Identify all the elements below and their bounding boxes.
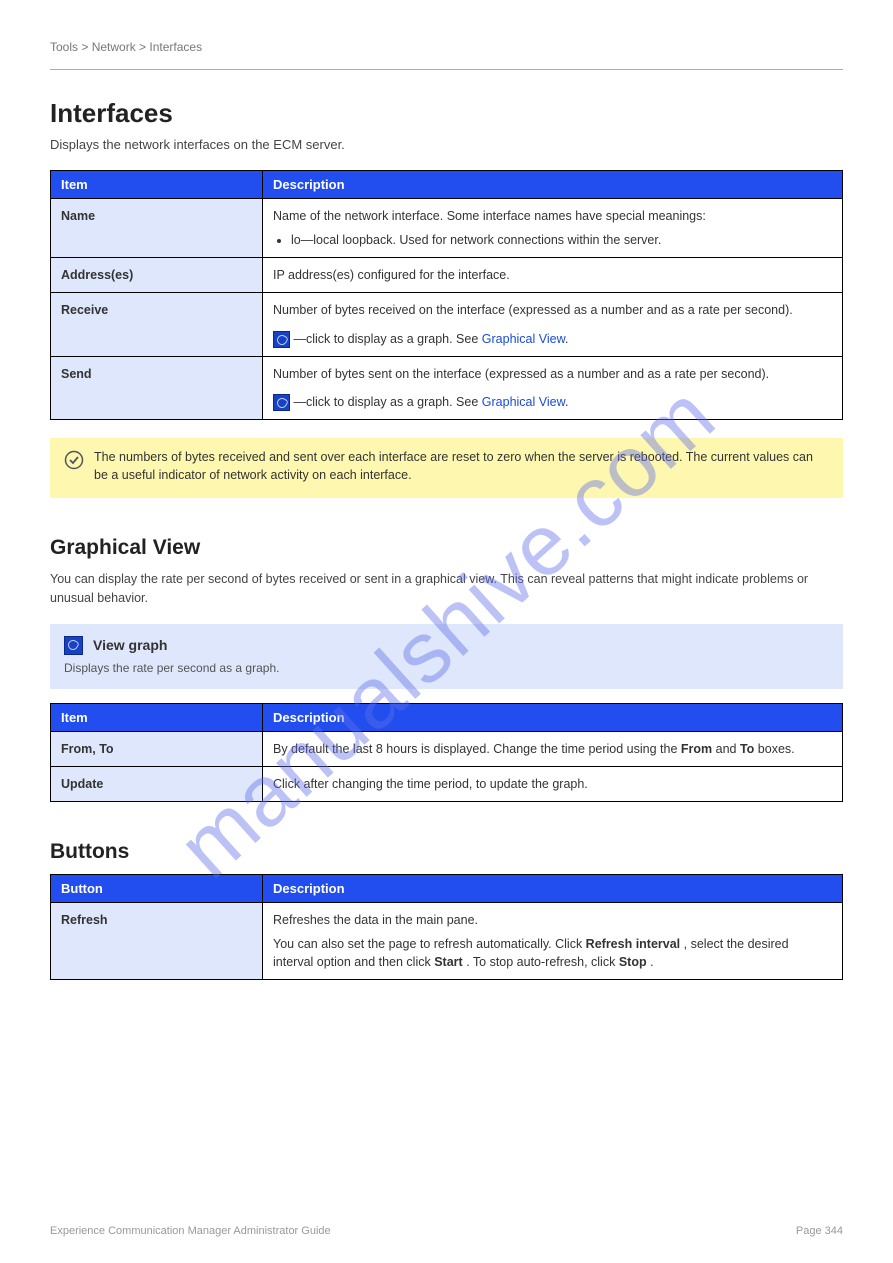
to-label: To [740,742,754,756]
desc-cell: Name of the network interface. Some inte… [263,199,843,258]
graphical-view-link[interactable]: Graphical View [482,332,565,346]
desc-cell: Number of bytes received on the interfac… [263,293,843,356]
table-row: Update Click after changing the time per… [51,766,843,801]
item-cell: Receive [51,293,263,356]
desc-line1: Number of bytes received on the interfac… [273,301,832,319]
table-row: Name Name of the network interface. Some… [51,199,843,258]
item-cell: Send [51,356,263,419]
table-row: Send Number of bytes sent on the interfa… [51,356,843,419]
desc-mid: and [716,742,740,756]
stop-label: Stop [619,955,647,969]
item-cell: Name [51,199,263,258]
col-desc-header: Description [263,875,843,903]
from-label: From [681,742,712,756]
view-graph-desc: Displays the rate per second as a graph. [64,661,829,675]
item-cell: From, To [51,731,263,766]
desc-text: Name of the network interface. Some inte… [273,209,706,223]
icon-suffix-text: —click to display as a graph. See [293,395,481,409]
desc-cell: Refreshes the data in the main pane. You… [263,903,843,980]
item-cell: Update [51,766,263,801]
start-label: Start [434,955,462,969]
desc-post: boxes. [758,742,795,756]
graph-icon[interactable] [273,331,290,348]
table-row: Receive Number of bytes received on the … [51,293,843,356]
interfaces-table: Item Description Name Name of the networ… [50,170,843,420]
icon-suffix-text: —click to display as a graph. See [293,332,481,346]
breadcrumb: Tools > Network > Interfaces [50,40,843,54]
page-footer: Experience Communication Manager Adminis… [50,1225,843,1237]
footer-right: Page 344 [796,1225,843,1237]
refresh-p2-pre: You can also set the page to refresh aut… [273,937,586,951]
desc-pre: By default the last 8 hours is displayed… [273,742,681,756]
graph-icon[interactable] [64,636,83,655]
graph-icon[interactable] [273,394,290,411]
table-row: Address(es) IP address(es) configured fo… [51,258,843,293]
desc-cell: By default the last 8 hours is displayed… [263,731,843,766]
view-graph-block: View graph Displays the rate per second … [50,624,843,689]
table-row: From, To By default the last 8 hours is … [51,731,843,766]
col-desc-header: Description [263,703,843,731]
desc-line1: Number of bytes sent on the interface (e… [273,365,832,383]
refresh-p2-mid2: . To stop auto-refresh, click [466,955,619,969]
item-cell: Address(es) [51,258,263,293]
col-item-header: Item [51,171,263,199]
graphical-view-link[interactable]: Graphical View [482,395,565,409]
view-graph-label: View graph [93,637,167,653]
item-cell: Refresh [51,903,263,980]
sub-item: lo—local loopback. Used for network conn… [291,231,832,249]
table-row: Refresh Refreshes the data in the main p… [51,903,843,980]
graphical-view-heading: Graphical View [50,536,843,560]
refresh-p2-post: . [650,955,653,969]
desc-cell: IP address(es) configured for the interf… [263,258,843,293]
desc-cell: Number of bytes sent on the interface (e… [263,356,843,419]
top-divider [50,69,843,70]
checkmark-circle-icon [64,450,84,470]
refresh-p1: Refreshes the data in the main pane. [273,911,832,929]
buttons-table: Button Description Refresh Refreshes the… [50,874,843,980]
graphical-view-desc: You can display the rate per second of b… [50,570,843,608]
page-title: Interfaces [50,98,843,129]
buttons-heading: Buttons [50,840,843,864]
page-subtitle: Displays the network interfaces on the E… [50,137,843,152]
desc-cell: Click after changing the time period, to… [263,766,843,801]
note-text: The numbers of bytes received and sent o… [94,448,829,484]
refresh-interval-label: Refresh interval [586,937,680,951]
col-desc-header: Description [263,171,843,199]
col-item-header: Item [51,703,263,731]
footer-left: Experience Communication Manager Adminis… [50,1225,331,1237]
graphical-view-table: Item Description From, To By default the… [50,703,843,802]
col-button-header: Button [51,875,263,903]
note-box: The numbers of bytes received and sent o… [50,438,843,498]
